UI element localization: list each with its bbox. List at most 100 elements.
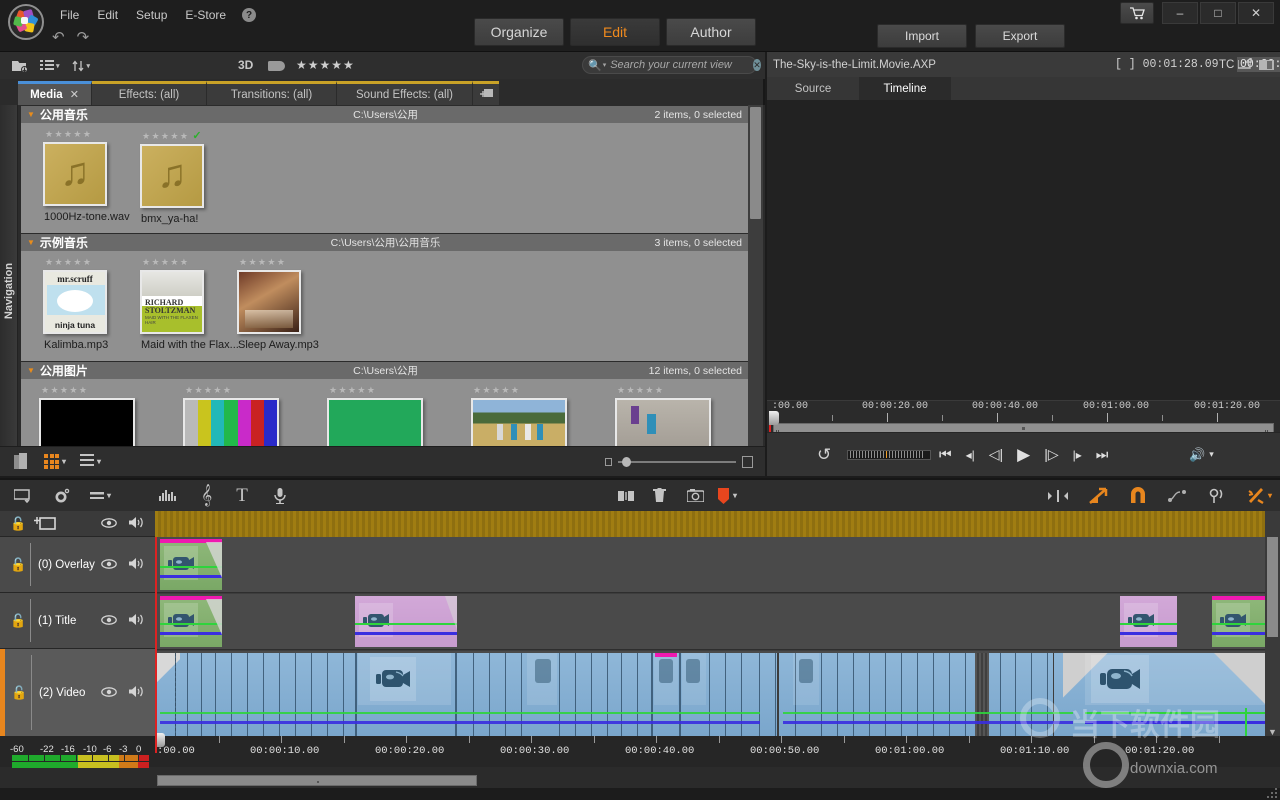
item-stars[interactable]: ★★★★★ <box>237 257 334 268</box>
play-button[interactable]: ▶ <box>1017 445 1030 465</box>
grid-view-icon[interactable]: ▾ <box>44 454 66 469</box>
audio-mute-icon[interactable] <box>1208 488 1226 504</box>
tab-source[interactable]: Source <box>767 77 859 100</box>
media-item[interactable]: ★★★★★ RICHARD STOLTZMAN MAID WITH THE FL… <box>140 257 239 351</box>
navigation-rail[interactable]: Navigation <box>0 105 18 476</box>
item-stars[interactable]: ★★★★★ <box>43 129 140 140</box>
menu-item-estore[interactable]: E-Store <box>177 5 234 25</box>
lock-icon[interactable]: 🔓 <box>10 613 26 629</box>
item-thumbnail[interactable]: RICHARD STOLTZMAN MAID WITH THE FLAXEN H… <box>140 270 204 334</box>
loop-icon[interactable]: ↺ <box>817 445 831 465</box>
search-box[interactable]: 🔍 ▾ ✕ <box>582 56 761 74</box>
add-track-icon[interactable] <box>14 488 32 503</box>
timeline-clip[interactable] <box>160 596 222 647</box>
resize-grip-icon[interactable] <box>1267 788 1277 798</box>
track-visibility-icon[interactable] <box>101 558 117 572</box>
add-track-icon[interactable] <box>34 516 56 536</box>
media-browser-scrollbar[interactable]: ▼ <box>748 105 763 476</box>
volume-caret-icon[interactable]: ▾ <box>1209 449 1214 460</box>
collapse-triangle-icon[interactable]: ▼ <box>27 110 35 119</box>
video-preview-screen[interactable] <box>767 100 1280 400</box>
item-stars[interactable]: ★★★★★ <box>43 257 140 268</box>
item-stars[interactable]: ★★★★★ ✓ <box>140 129 237 142</box>
timeline-vertical-scrollbar[interactable]: ▼ <box>1265 511 1280 739</box>
next-clip-button[interactable]: |▸ <box>1073 448 1082 462</box>
redo-icon[interactable]: ↷ <box>77 28 90 46</box>
film-icon[interactable] <box>268 61 285 71</box>
audio-waveform-icon[interactable] <box>159 489 177 503</box>
cart-icon[interactable] <box>1120 2 1154 24</box>
add-media-icon[interactable] <box>12 59 28 72</box>
track-row-title[interactable] <box>155 594 1280 650</box>
group-header[interactable]: ▼ 公用图片 C:\Users\公用 12 items, 0 selected <box>21 362 750 379</box>
jog-wheel[interactable] <box>847 449 931 460</box>
step-forward-button[interactable]: |▷ <box>1044 446 1058 463</box>
item-thumbnail[interactable] <box>183 398 279 451</box>
track-audio-icon[interactable] <box>129 613 145 628</box>
smart-trim-icon[interactable]: ▾ <box>1246 487 1272 505</box>
media-item[interactable]: ★★★★★ <box>39 385 135 451</box>
delete-icon[interactable] <box>653 488 666 503</box>
close-button[interactable]: ✕ <box>1238 2 1274 24</box>
settings-icon[interactable] <box>54 488 70 504</box>
scrub-right-grip[interactable] <box>1265 424 1269 437</box>
split-view-icon[interactable] <box>1259 59 1274 70</box>
text-tool-icon[interactable]: T <box>236 485 248 507</box>
tab-media[interactable]: Media ✕ <box>18 81 92 105</box>
stack-icon[interactable] <box>14 452 30 471</box>
lock-icon[interactable]: 🔓 <box>11 685 27 701</box>
three-d-label[interactable]: 3D <box>238 58 253 72</box>
import-button[interactable]: Import <box>877 24 967 48</box>
tab-effects[interactable]: Effects: (all) <box>92 81 207 105</box>
track-visibility-icon[interactable] <box>101 686 117 700</box>
add-panel-icon[interactable] <box>473 81 499 105</box>
item-stars[interactable]: ★★★★★ <box>183 385 279 396</box>
volume-icon[interactable]: 🔊 <box>1189 447 1205 463</box>
timeline-time-ruler[interactable]: :00.00 00:00:10.00 00:00:20.00 00:00:30.… <box>0 733 1280 767</box>
scrub-left-grip[interactable] <box>776 424 780 437</box>
tab-timeline[interactable]: Timeline <box>859 77 951 100</box>
item-stars[interactable]: ★★★★★ <box>471 385 567 396</box>
mode-tab-author[interactable]: Author <box>666 18 756 46</box>
item-stars[interactable]: ★★★★★ <box>39 385 135 396</box>
item-thumbnail[interactable]: ♫ <box>140 144 204 208</box>
magnet-snap-icon[interactable] <box>1128 486 1148 505</box>
clear-search-icon[interactable]: ✕ <box>753 59 761 71</box>
tab-transitions[interactable]: Transitions: (all) <box>207 81 337 105</box>
volume-control[interactable]: 🔊 ▾ <box>1189 447 1214 463</box>
media-browser-list[interactable]: ▼ 公用音乐 C:\Users\公用 2 items, 0 selected ★… <box>18 105 765 476</box>
media-item[interactable]: ★★★★★ <box>327 385 423 451</box>
slider-knob[interactable] <box>622 456 631 467</box>
track-audio-icon[interactable] <box>129 516 145 531</box>
media-item[interactable]: ★★★★★ ✓ ♫ bmx_ya-ha! <box>140 129 237 225</box>
item-thumbnail[interactable] <box>327 398 423 451</box>
item-thumbnail[interactable]: ♫ <box>43 142 107 206</box>
group-header[interactable]: ▼ 公用音乐 C:\Users\公用 2 items, 0 selected <box>21 106 750 123</box>
narration-mic-icon[interactable] <box>274 487 286 504</box>
minimize-button[interactable]: – <box>1162 2 1198 24</box>
item-stars[interactable]: ★★★★★ <box>615 385 711 396</box>
track-header-video[interactable]: 🔓 (2) Video <box>0 649 155 737</box>
slider-track[interactable] <box>618 456 736 467</box>
music-note-icon[interactable]: 𝄞 <box>201 485 212 507</box>
previous-clip-button[interactable]: ◂| <box>966 448 975 462</box>
track-row-overlay[interactable] <box>155 537 1280 593</box>
timeline-clip[interactable] <box>1120 596 1177 647</box>
track-row-video[interactable] <box>155 651 1280 739</box>
scrollbar-thumb[interactable] <box>750 107 761 219</box>
item-thumbnail[interactable] <box>237 270 301 334</box>
track-visibility-icon[interactable] <box>101 517 117 531</box>
track-audio-icon[interactable] <box>129 685 145 700</box>
timeline-tracks-area[interactable]: ▼ <box>155 511 1280 739</box>
menu-item-file[interactable]: File <box>52 5 87 25</box>
mode-tab-organize[interactable]: Organize <box>474 18 564 46</box>
item-thumbnail[interactable] <box>39 398 135 451</box>
media-item[interactable]: ★★★★★ <box>183 385 279 451</box>
item-stars[interactable]: ★★★★★ <box>327 385 423 396</box>
track-audio-icon[interactable] <box>129 557 145 572</box>
scrollbar-thumb[interactable] <box>157 775 477 786</box>
lock-icon[interactable]: 🔓 <box>10 516 26 532</box>
thumbnail-size-slider[interactable] <box>605 455 753 468</box>
item-stars[interactable]: ★★★★★ <box>140 257 237 268</box>
monitor-playhead[interactable] <box>769 411 779 425</box>
